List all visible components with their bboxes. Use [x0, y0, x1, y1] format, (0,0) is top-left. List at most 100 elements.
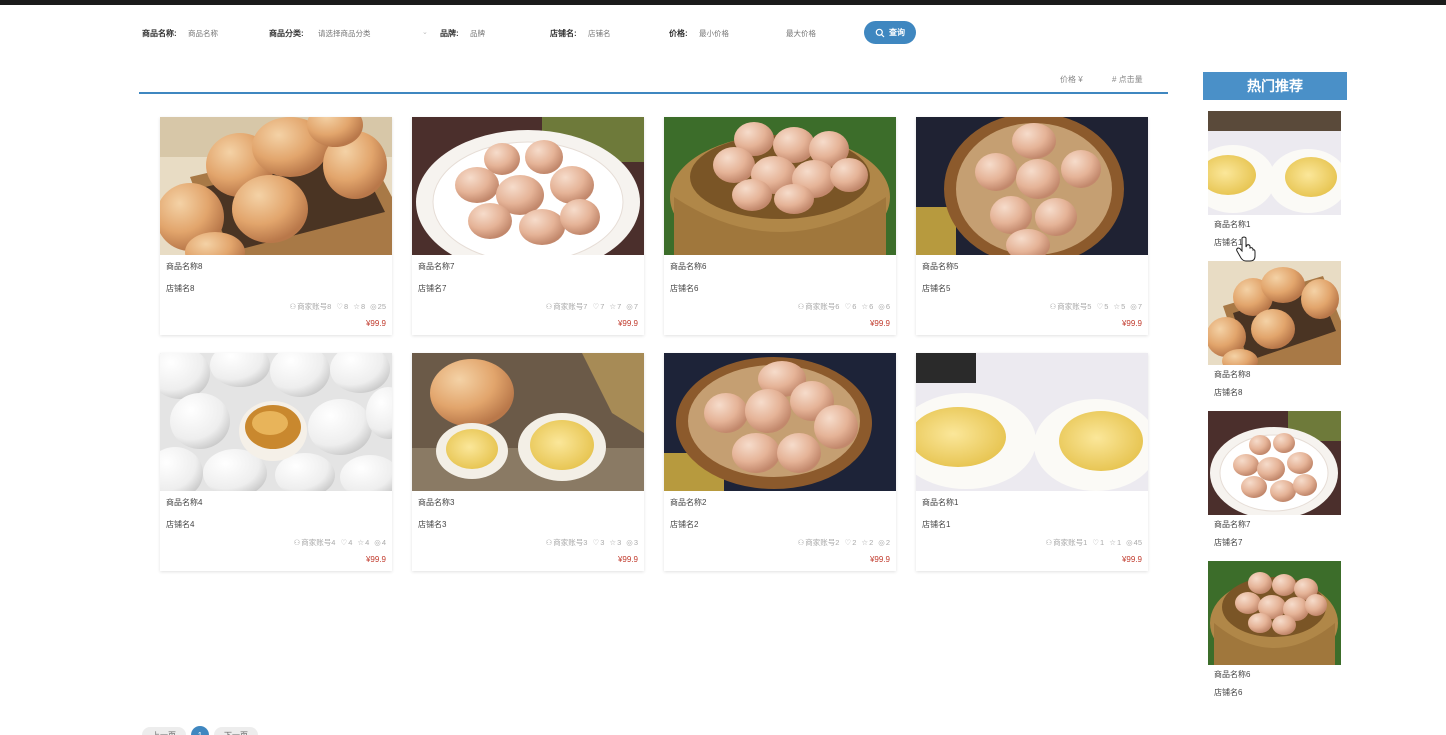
product-name[interactable]: 商品名称6 [670, 261, 706, 272]
product-name-label: 商品名称: [142, 29, 177, 38]
category-select[interactable] [318, 26, 418, 40]
product-image-eggs-on-white-plate[interactable] [412, 117, 644, 255]
view-count: 3 [633, 538, 638, 547]
product-shop: 店铺名8 [166, 284, 195, 293]
view-count: 2 [885, 538, 890, 547]
product-image-eggs-in-bowl-dark[interactable] [664, 353, 896, 491]
user-icon: ⚇ [545, 538, 553, 547]
product-price: ¥99.9 [617, 319, 638, 328]
page-number-current[interactable]: 1 [191, 726, 209, 735]
eye-icon: ◎ [878, 538, 885, 547]
star-icon: ☆ [861, 538, 869, 547]
product-card[interactable]: 商品名称2 店铺名2 ⚇ 商家账号2 ♡ 2 ☆ 2 ◎ 2 ¥99.9 [664, 353, 896, 571]
merchant-account: 商家账号1 [1053, 538, 1088, 547]
product-image-boiled-egg-closeup[interactable] [916, 353, 1148, 491]
product-stats: ⚇ 商家账号7 ♡ 7 ☆ 7 ◎ 7 [546, 301, 638, 312]
product-price: ¥99.9 [869, 319, 890, 328]
sort-by-price[interactable]: 价格 ¥ [1060, 74, 1083, 85]
hot-item-name[interactable]: 商品名称8 [1214, 369, 1250, 380]
query-button-label: 查询 [889, 28, 905, 37]
product-stats: ⚇ 商家账号1 ♡ 1 ☆ 1 ◎ 45 [1045, 537, 1142, 548]
thumbs-up-icon: ♡ [592, 302, 600, 311]
category-label: 商品分类: [269, 29, 304, 38]
product-card[interactable]: 商品名称3 店铺名3 ⚇ 商家账号3 ♡ 3 ☆ 3 ◎ 3 ¥99.9 [412, 353, 644, 571]
eye-icon: ◎ [1130, 302, 1137, 311]
prev-page-button[interactable]: 上一页 [142, 727, 186, 735]
hot-image-eggs-in-wooden-crate[interactable] [1208, 261, 1341, 365]
product-image-eggs-in-wooden-crate[interactable] [160, 117, 392, 255]
hot-image-eggs-in-straw-basket[interactable] [1208, 561, 1341, 665]
product-stats: ⚇ 商家账号6 ♡ 6 ☆ 6 ◎ 6 [798, 301, 890, 312]
thumbs-up-icon: ♡ [844, 538, 852, 547]
hot-item[interactable]: 商品名称8 店铺名8 [1208, 261, 1341, 397]
user-icon: ⚇ [797, 538, 805, 547]
view-count: 4 [381, 538, 386, 547]
product-name[interactable]: 商品名称8 [166, 261, 202, 272]
thumbs-up-icon: ♡ [1096, 302, 1104, 311]
product-name[interactable]: 商品名称2 [670, 497, 706, 508]
user-icon: ⚇ [797, 302, 805, 311]
hot-image-boiled-egg-closeup[interactable] [1208, 111, 1341, 215]
hand-pointer-icon [1236, 236, 1256, 262]
brand-input[interactable] [470, 26, 540, 40]
product-name[interactable]: 商品名称7 [418, 261, 454, 272]
product-card[interactable]: 商品名称8 店铺名8 ⚇ 商家账号8 ♡ 8 ☆ 8 ◎ 25 ¥99.9 [160, 117, 392, 335]
sort-by-clicks[interactable]: # 点击量 [1112, 74, 1143, 85]
price-label: 价格: [669, 29, 688, 38]
product-shop: 店铺名1 [922, 520, 951, 529]
product-shop: 店铺名4 [166, 520, 195, 529]
min-price-input[interactable] [699, 26, 769, 40]
hot-item-shop: 店铺名7 [1214, 538, 1243, 547]
user-icon: ⚇ [545, 302, 553, 311]
product-shop: 店铺名3 [418, 520, 447, 529]
hot-item[interactable]: 商品名称7 店铺名7 [1208, 411, 1341, 547]
like-count: 6 [852, 302, 857, 311]
product-name[interactable]: 商品名称4 [166, 497, 202, 508]
product-price: ¥99.9 [617, 555, 638, 564]
fav-count: 6 [869, 302, 874, 311]
hot-item[interactable]: 商品名称6 店铺名6 [1208, 561, 1341, 697]
star-icon: ☆ [609, 302, 617, 311]
product-card[interactable]: 商品名称5 店铺名5 ⚇ 商家账号5 ♡ 5 ☆ 5 ◎ 7 ¥99.9 [916, 117, 1148, 335]
product-stats: ⚇ 商家账号3 ♡ 3 ☆ 3 ◎ 3 [546, 537, 638, 548]
product-name-input[interactable] [188, 26, 258, 40]
chevron-down-icon: ⌄ [422, 29, 428, 36]
view-count: 6 [885, 302, 890, 311]
hot-item-name[interactable]: 商品名称7 [1214, 519, 1250, 530]
eye-icon: ◎ [1126, 538, 1133, 547]
star-icon: ☆ [861, 302, 869, 311]
product-card[interactable]: 商品名称6 店铺名6 ⚇ 商家账号6 ♡ 6 ☆ 6 ◎ 6 ¥99.9 [664, 117, 896, 335]
product-name[interactable]: 商品名称1 [922, 497, 958, 508]
product-image-eggs-in-straw-basket[interactable] [664, 117, 896, 255]
star-icon: ☆ [353, 302, 360, 311]
hot-item-name[interactable]: 商品名称6 [1214, 669, 1250, 680]
shop-input[interactable] [588, 26, 658, 40]
product-image-white-eggs-cracked[interactable] [160, 353, 392, 491]
product-name[interactable]: 商品名称5 [922, 261, 958, 272]
sort-bar: 价格 ¥ # 点击量 [139, 70, 1168, 94]
product-name[interactable]: 商品名称3 [418, 497, 454, 508]
star-icon: ☆ [357, 538, 365, 547]
product-image-boiled-eggs-halved[interactable] [412, 353, 644, 491]
product-price: ¥99.9 [365, 319, 386, 328]
product-price: ¥99.9 [1121, 319, 1142, 328]
thumbs-up-icon: ♡ [844, 302, 852, 311]
hot-item-name[interactable]: 商品名称1 [1214, 219, 1250, 230]
query-button[interactable]: 查询 [864, 21, 916, 44]
like-count: 8 [344, 302, 349, 311]
hot-item[interactable]: 商品名称1 店铺名1 [1208, 111, 1341, 247]
product-image-eggs-in-wooden-bowl[interactable] [916, 117, 1148, 255]
view-count: 25 [377, 302, 386, 311]
like-count: 3 [600, 538, 605, 547]
product-card[interactable]: 商品名称4 店铺名4 ⚇ 商家账号4 ♡ 4 ☆ 4 ◎ 4 ¥99.9 [160, 353, 392, 571]
product-card[interactable]: 商品名称1 店铺名1 ⚇ 商家账号1 ♡ 1 ☆ 1 ◎ 45 ¥99.9 [916, 353, 1148, 571]
next-page-button[interactable]: 下一页 [214, 727, 258, 735]
max-price-input[interactable] [786, 26, 856, 40]
eye-icon: ◎ [626, 302, 633, 311]
fav-count: 4 [365, 538, 370, 547]
product-card[interactable]: 商品名称7 店铺名7 ⚇ 商家账号7 ♡ 7 ☆ 7 ◎ 7 ¥99.9 [412, 117, 644, 335]
view-count: 45 [1133, 538, 1142, 547]
hot-image-eggs-on-white-plate[interactable] [1208, 411, 1341, 515]
thumbs-up-icon: ♡ [336, 302, 344, 311]
fav-count: 3 [617, 538, 622, 547]
